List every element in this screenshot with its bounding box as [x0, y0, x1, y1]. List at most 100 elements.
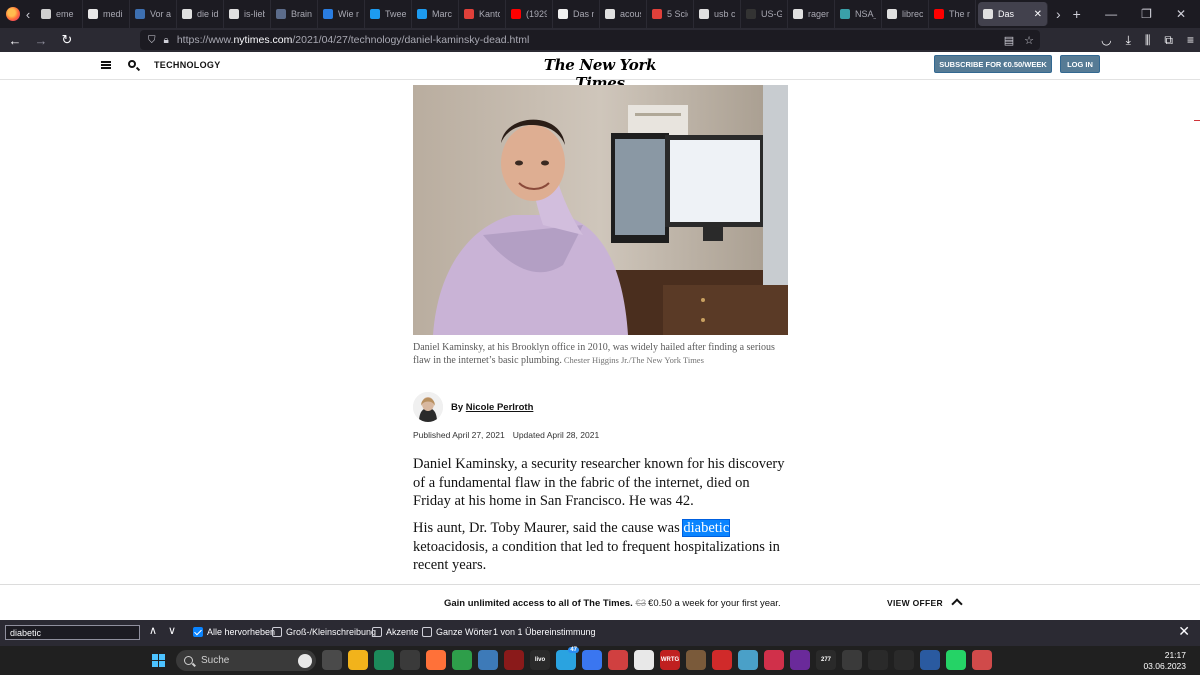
tab[interactable]: librec	[882, 0, 929, 28]
maximize-icon[interactable]: ❐	[1141, 7, 1152, 21]
library-icon[interactable]: ⫼	[1145, 33, 1151, 48]
downloads-icon[interactable]: ⤓	[1126, 33, 1131, 48]
tab[interactable]: Vor al	[130, 0, 177, 28]
tab[interactable]: 5 Scie	[647, 0, 694, 28]
tab[interactable]: eme	[36, 0, 83, 28]
app-icon[interactable]	[790, 650, 810, 670]
terminal-icon[interactable]	[842, 650, 862, 670]
author-link[interactable]: Nicole Perlroth	[466, 402, 534, 413]
tab[interactable]: acous	[600, 0, 647, 28]
checkbox-unchecked[interactable]	[372, 627, 382, 637]
tab-title: Vor al	[150, 9, 171, 19]
whole-words-checkbox[interactable]: Ganze Wörter	[422, 627, 492, 637]
taskbar-icon-label: livo	[534, 657, 546, 663]
highlight-all-checkbox[interactable]: Alle hervorheben	[193, 627, 275, 637]
tab[interactable]: Brain	[271, 0, 318, 28]
app-icon[interactable]: 277	[816, 650, 836, 670]
chevron-up-icon[interactable]	[951, 598, 963, 610]
tab[interactable]: Tweet	[365, 0, 412, 28]
app-icon[interactable]: livo	[530, 650, 550, 670]
tab[interactable]: NSA_	[835, 0, 882, 28]
app-icon[interactable]	[738, 650, 758, 670]
file-explorer-icon[interactable]	[348, 650, 368, 670]
close-tab-icon[interactable]: ✕	[1034, 9, 1042, 20]
app-icon[interactable]	[504, 650, 524, 670]
system-clock[interactable]: 21:17 03.06.2023	[1143, 650, 1186, 672]
reload-icon[interactable]: ↻	[54, 32, 80, 48]
app-icon[interactable]: WRTG	[660, 650, 680, 670]
tab[interactable]: ragen	[788, 0, 835, 28]
taskbar-search-box[interactable]: Suche	[176, 650, 316, 671]
app-icon[interactable]	[712, 650, 732, 670]
firefox-view-icon[interactable]	[6, 7, 20, 21]
tab-scroll-left-icon[interactable]: ‹	[20, 7, 36, 22]
telegram-icon[interactable]: 47	[556, 647, 579, 670]
scrollbar[interactable]	[1194, 80, 1200, 140]
edge-icon[interactable]	[374, 650, 394, 670]
app-icon[interactable]	[972, 650, 992, 670]
reader-view-icon[interactable]: ▤	[1004, 34, 1014, 47]
match-case-checkbox[interactable]: Groß-/Kleinschreibung	[272, 627, 376, 637]
app-icon[interactable]	[478, 650, 498, 670]
close-find-bar-icon[interactable]: ✕	[1178, 623, 1190, 640]
tab[interactable]: The n	[929, 0, 976, 28]
tab-favicon-icon	[229, 9, 239, 19]
tab[interactable]: Kanto	[459, 0, 506, 28]
firefox-icon[interactable]	[426, 650, 446, 670]
tab[interactable]: Marc	[412, 0, 459, 28]
app-icon[interactable]	[608, 650, 628, 670]
match-diacritics-checkbox[interactable]: Akzente	[372, 627, 419, 637]
tab[interactable]: usb c	[694, 0, 741, 28]
tab-title: Brain	[291, 9, 312, 19]
linux-icon[interactable]	[894, 650, 914, 670]
app-icon[interactable]	[634, 650, 654, 670]
hamburger-menu-icon[interactable]	[101, 61, 111, 69]
search-icon[interactable]	[128, 60, 136, 68]
section-label[interactable]: TECHNOLOGY	[154, 60, 221, 70]
new-tab-icon[interactable]: +	[1073, 6, 1081, 22]
extensions-icon[interactable]: ⧉	[1164, 33, 1173, 48]
minimize-icon[interactable]: —	[1105, 7, 1117, 21]
pocket-icon[interactable]: ◡	[1101, 33, 1111, 47]
find-next-icon[interactable]: ∨	[168, 624, 176, 637]
signal-icon[interactable]	[582, 650, 602, 670]
linux-icon[interactable]	[868, 650, 888, 670]
tab[interactable]: Wie n	[318, 0, 365, 28]
bing-icon[interactable]	[298, 653, 312, 668]
taskbar-icon-label: WRTG	[660, 657, 680, 663]
bookmark-star-icon[interactable]: ☆	[1024, 34, 1034, 47]
checkbox-unchecked[interactable]	[272, 627, 282, 637]
windows-start-icon[interactable]	[152, 654, 165, 667]
store-icon[interactable]	[400, 650, 420, 670]
tab[interactable]: medi	[83, 0, 130, 28]
whatsapp-icon[interactable]	[946, 650, 966, 670]
menu-icon[interactable]: ≡	[1187, 33, 1194, 47]
login-button[interactable]: LOG IN	[1060, 55, 1100, 73]
tab[interactable]: is-lieb	[224, 0, 271, 28]
tab[interactable]: die id	[177, 0, 224, 28]
task-view-icon[interactable]	[322, 650, 342, 670]
view-offer-button[interactable]: VIEW OFFER	[887, 598, 943, 608]
lock-icon[interactable]: 🔒︎	[164, 35, 169, 46]
forward-arrow-icon[interactable]: →	[28, 33, 54, 48]
tab-active[interactable]: Das ✕	[978, 2, 1048, 26]
checkbox-checked[interactable]	[193, 627, 203, 637]
author-avatar[interactable]	[413, 392, 443, 422]
subscribe-button[interactable]: SUBSCRIBE FOR €0.50/WEEK	[934, 55, 1052, 73]
tab[interactable]: US-Ge	[741, 0, 788, 28]
tab-favicon-icon	[464, 9, 474, 19]
back-arrow-icon[interactable]: ←	[2, 33, 28, 48]
app-icon[interactable]	[686, 650, 706, 670]
tab-scroll-right-icon[interactable]: ›	[1056, 6, 1061, 22]
checkbox-unchecked[interactable]	[422, 627, 432, 637]
find-input[interactable]	[5, 625, 140, 640]
app-icon[interactable]	[920, 650, 940, 670]
tab[interactable]: (1929	[506, 0, 553, 28]
url-bar[interactable]: ⛉ 🔒︎ https://www.nytimes.com/2021/04/27/…	[140, 30, 1040, 50]
close-window-icon[interactable]: ✕	[1176, 7, 1186, 21]
tab[interactable]: Das n	[553, 0, 600, 28]
find-previous-icon[interactable]: ∧	[149, 624, 157, 637]
app-icon[interactable]	[764, 650, 784, 670]
chrome-icon[interactable]	[452, 650, 472, 670]
shield-icon[interactable]: ⛉	[148, 35, 156, 46]
